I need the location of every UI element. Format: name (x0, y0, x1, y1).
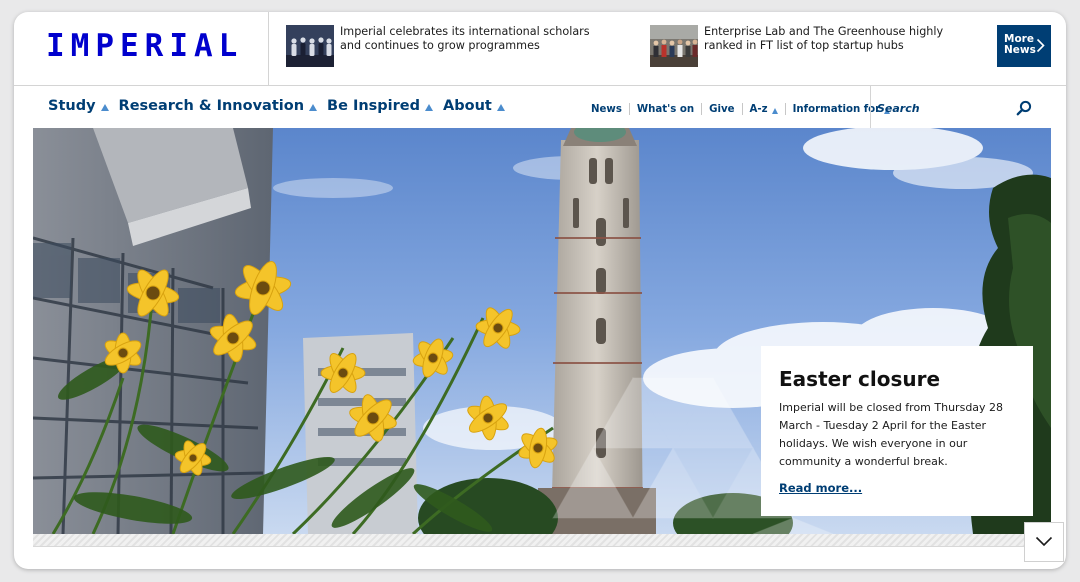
read-more-link[interactable]: Read more... (779, 481, 862, 495)
news-thumbnail (650, 25, 698, 67)
news-title[interactable]: Imperial celebrates its international sc… (340, 25, 596, 53)
nav-label: Study (48, 98, 96, 114)
hero-banner: Easter closure Imperial will be closed f… (33, 128, 1051, 534)
news-item[interactable]: Imperial celebrates its international sc… (286, 25, 596, 67)
browser-frame: IMPERIAL Imperial celebrates its interna… (14, 12, 1066, 569)
search-box (870, 86, 1034, 128)
nav-item-study[interactable]: Study (48, 98, 109, 114)
nav-item-be-inspired[interactable]: Be Inspired (327, 98, 434, 114)
nav-item-about[interactable]: About (443, 98, 505, 114)
chevron-right-icon (1036, 38, 1045, 53)
util-item-give[interactable]: Give (701, 103, 741, 115)
main-nav: Study Research & Innovation Be Inspired … (48, 98, 515, 114)
util-label: News (591, 103, 622, 115)
hero-bottom-strip (33, 534, 1051, 546)
content-divider (33, 546, 1051, 547)
util-item-whats-on[interactable]: What's on (628, 103, 701, 115)
util-label: What's on (636, 103, 695, 115)
util-label: A-z (749, 103, 768, 115)
scroll-down-button[interactable] (1024, 522, 1064, 562)
util-label: Information for (792, 103, 881, 115)
more-news-label: More News (1004, 33, 1036, 56)
triangle-up-icon (496, 104, 505, 111)
news-thumbnail (286, 25, 334, 67)
triangle-up-icon (100, 104, 109, 111)
triangle-up-icon (309, 104, 318, 111)
news-title[interactable]: Enterprise Lab and The Greenhouse highly… (704, 25, 980, 53)
caption-body: Imperial will be closed from Thursday 28… (779, 401, 1004, 468)
chevron-down-icon (1035, 536, 1053, 547)
nav-label: About (443, 98, 492, 114)
util-item-a-z[interactable]: A-z (741, 103, 785, 115)
hero-caption-card: Easter closure Imperial will be closed f… (761, 346, 1033, 516)
top-bar: IMPERIAL Imperial celebrates its interna… (14, 12, 1066, 86)
nav-bar: Study Research & Innovation Be Inspired … (14, 86, 1066, 128)
triangle-up-icon (771, 107, 778, 114)
utility-nav: News What's on Give A-z Information for (591, 103, 897, 115)
util-label: Give (709, 103, 735, 115)
news-item[interactable]: Enterprise Lab and The Greenhouse highly… (650, 25, 980, 67)
more-news-button[interactable]: More News (997, 25, 1051, 67)
nav-label: Research & Innovation (118, 98, 305, 114)
nav-item-research-innovation[interactable]: Research & Innovation (118, 98, 318, 114)
search-input[interactable] (877, 98, 1003, 118)
search-icon[interactable] (1016, 100, 1032, 116)
triangle-up-icon (425, 104, 434, 111)
caption-title: Easter closure (779, 367, 941, 391)
util-item-news[interactable]: News (591, 103, 629, 115)
logo-divider (268, 12, 269, 86)
nav-label: Be Inspired (327, 98, 421, 114)
imperial-logo[interactable]: IMPERIAL (46, 28, 243, 64)
